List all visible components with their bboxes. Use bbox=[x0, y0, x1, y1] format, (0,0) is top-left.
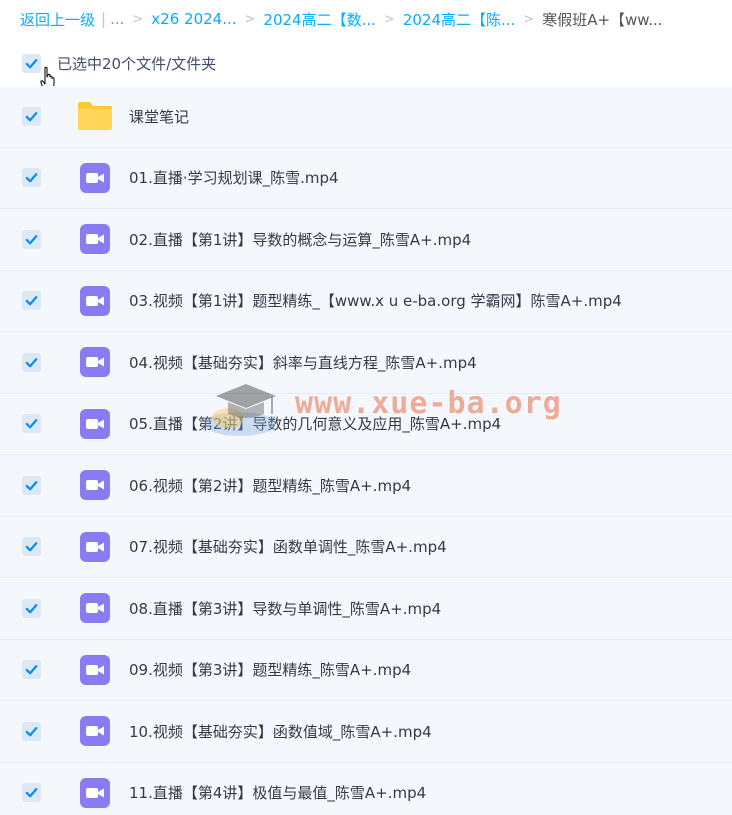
file-name[interactable]: 02.直播【第1讲】导数的概念与运算_陈雪A+.mp4 bbox=[129, 229, 471, 250]
file-name[interactable]: 03.视频【第1讲】题型精练_【www.x u e-ba.org 学霸网】陈雪A… bbox=[129, 290, 622, 311]
list-item[interactable]: 08.直播【第3讲】导数与单调性_陈雪A+.mp4 bbox=[0, 578, 732, 640]
breadcrumb-separator-icon: > bbox=[523, 11, 535, 27]
file-name[interactable]: 07.视频【基础夯实】函数单调性_陈雪A+.mp4 bbox=[129, 536, 447, 557]
breadcrumb-current: 寒假班A+【ww... bbox=[542, 10, 663, 29]
checkmark-icon bbox=[25, 58, 38, 68]
breadcrumb-separator-icon: > bbox=[244, 11, 256, 27]
checkmark-icon bbox=[25, 173, 38, 183]
row-checkbox[interactable] bbox=[22, 414, 41, 434]
list-item[interactable]: 02.直播【第1讲】导数的概念与运算_陈雪A+.mp4 bbox=[0, 209, 732, 271]
checkmark-icon bbox=[25, 357, 38, 368]
checkmark-icon bbox=[25, 603, 38, 614]
checkmark-icon bbox=[25, 419, 38, 429]
row-checkbox[interactable] bbox=[22, 229, 41, 249]
row-checkbox[interactable] bbox=[22, 168, 41, 188]
breadcrumb-divider: | bbox=[101, 10, 107, 28]
file-name[interactable]: 06.视频【第2讲】题型精练_陈雪A+.mp4 bbox=[129, 475, 411, 496]
selection-bar: 已选中20个文件/文件夹 bbox=[0, 42, 732, 84]
list-item[interactable]: 04.视频【基础夯实】斜率与直线方程_陈雪A+.mp4 bbox=[0, 332, 732, 394]
selection-count-label: 已选中20个文件/文件夹 bbox=[57, 54, 217, 73]
video-camera-icon bbox=[86, 726, 104, 737]
checkmark-icon bbox=[25, 542, 38, 552]
video-camera-icon bbox=[86, 603, 104, 614]
video-camera-icon bbox=[86, 357, 104, 368]
breadcrumb-ellipsis[interactable]: ... bbox=[110, 10, 124, 28]
video-file-icon bbox=[76, 343, 114, 381]
breadcrumb-separator-icon: > bbox=[383, 11, 395, 27]
list-item[interactable]: 07.视频【基础夯实】函数单调性_陈雪A+.mp4 bbox=[0, 516, 732, 578]
checkmark-icon bbox=[25, 234, 38, 245]
row-checkbox[interactable] bbox=[22, 475, 41, 495]
row-checkbox[interactable] bbox=[22, 598, 41, 618]
breadcrumb-separator-icon: > bbox=[132, 11, 144, 27]
row-checkbox[interactable] bbox=[22, 721, 41, 741]
video-camera-icon bbox=[86, 418, 104, 429]
folder-icon bbox=[76, 97, 114, 135]
checkmark-icon bbox=[25, 111, 38, 122]
video-camera-icon bbox=[86, 234, 104, 245]
file-list: 课堂笔记 01.直播·学习规划课_陈雪.mp4 02.直播【第1讲】导数的概念与… bbox=[0, 86, 732, 815]
row-checkbox[interactable] bbox=[22, 537, 41, 557]
file-name[interactable]: 课堂笔记 bbox=[129, 106, 189, 127]
file-name[interactable]: 05.直播【第2讲】导数的几何意义及应用_陈雪A+.mp4 bbox=[129, 413, 501, 434]
row-checkbox[interactable] bbox=[22, 352, 41, 372]
breadcrumb-item-1[interactable]: x26 2024... bbox=[151, 10, 236, 28]
list-item[interactable]: 06.视频【第2讲】题型精练_陈雪A+.mp4 bbox=[0, 455, 732, 517]
breadcrumb-item-3[interactable]: 2024高二【陈... bbox=[403, 9, 515, 30]
list-item[interactable]: 课堂笔记 bbox=[0, 86, 732, 148]
checkmark-icon bbox=[25, 788, 38, 798]
select-all-checkbox[interactable] bbox=[22, 53, 41, 73]
list-item[interactable]: 05.直播【第2讲】导数的几何意义及应用_陈雪A+.mp4 bbox=[0, 393, 732, 455]
file-name[interactable]: 11.直播【第4讲】极值与最值_陈雪A+.mp4 bbox=[129, 782, 426, 803]
checkmark-icon bbox=[25, 726, 38, 737]
video-camera-icon bbox=[86, 172, 104, 183]
row-checkbox[interactable] bbox=[22, 783, 41, 803]
video-file-icon bbox=[76, 159, 114, 197]
list-item[interactable]: 03.视频【第1讲】题型精练_【www.x u e-ba.org 学霸网】陈雪A… bbox=[0, 270, 732, 332]
video-file-icon bbox=[76, 774, 114, 812]
file-name[interactable]: 04.视频【基础夯实】斜率与直线方程_陈雪A+.mp4 bbox=[129, 352, 477, 373]
video-file-icon bbox=[76, 405, 114, 443]
list-item[interactable]: 09.视频【第3讲】题型精练_陈雪A+.mp4 bbox=[0, 639, 732, 701]
video-camera-icon bbox=[86, 541, 104, 552]
video-file-icon bbox=[76, 589, 114, 627]
back-link[interactable]: 返回上一级 bbox=[20, 9, 95, 30]
video-file-icon bbox=[76, 651, 114, 689]
list-item[interactable]: 11.直播【第4讲】极值与最值_陈雪A+.mp4 bbox=[0, 762, 732, 815]
checkmark-icon bbox=[25, 665, 38, 675]
video-file-icon bbox=[76, 712, 114, 750]
row-checkbox[interactable] bbox=[22, 291, 41, 311]
list-item[interactable]: 01.直播·学习规划课_陈雪.mp4 bbox=[0, 147, 732, 209]
video-camera-icon bbox=[86, 480, 104, 491]
video-file-icon bbox=[76, 466, 114, 504]
file-name[interactable]: 01.直播·学习规划课_陈雪.mp4 bbox=[129, 167, 339, 188]
checkmark-icon bbox=[25, 480, 38, 491]
file-name[interactable]: 09.视频【第3讲】题型精练_陈雪A+.mp4 bbox=[129, 659, 411, 680]
file-name[interactable]: 10.视频【基础夯实】函数值域_陈雪A+.mp4 bbox=[129, 721, 432, 742]
breadcrumb-item-2[interactable]: 2024高二【数... bbox=[263, 9, 375, 30]
breadcrumb: 返回上一级 | ... > x26 2024... > 2024高二【数... … bbox=[0, 0, 732, 38]
video-file-icon bbox=[76, 220, 114, 258]
file-name[interactable]: 08.直播【第3讲】导数与单调性_陈雪A+.mp4 bbox=[129, 598, 441, 619]
video-file-icon bbox=[76, 282, 114, 320]
list-item[interactable]: 10.视频【基础夯实】函数值域_陈雪A+.mp4 bbox=[0, 701, 732, 763]
checkmark-icon bbox=[25, 296, 38, 306]
row-checkbox[interactable] bbox=[22, 106, 41, 126]
video-file-icon bbox=[76, 528, 114, 566]
video-camera-icon bbox=[86, 664, 104, 675]
video-camera-icon bbox=[86, 295, 104, 306]
row-checkbox[interactable] bbox=[22, 660, 41, 680]
video-camera-icon bbox=[86, 787, 104, 798]
